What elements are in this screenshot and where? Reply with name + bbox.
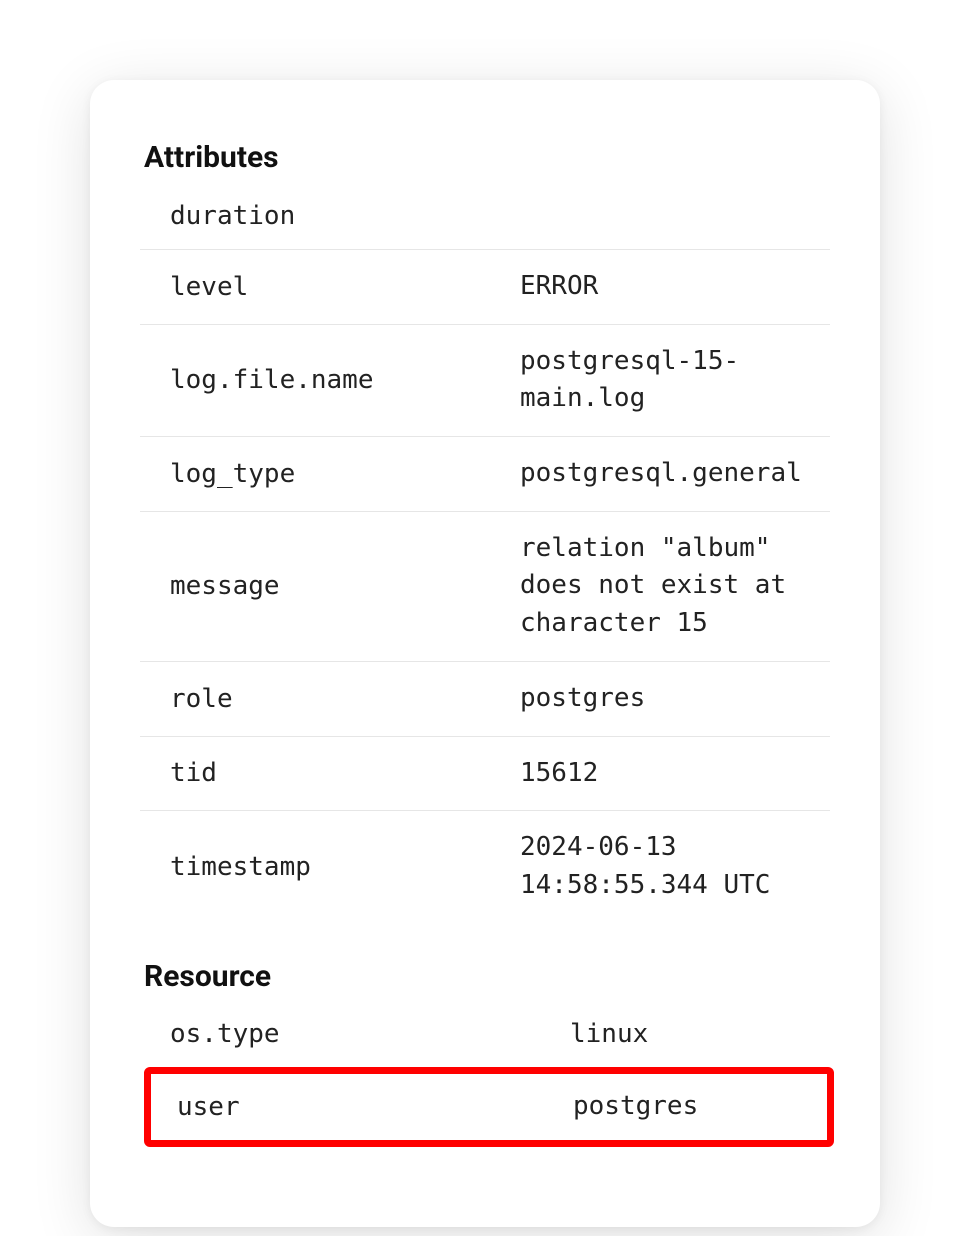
attribute-value: postgres — [520, 680, 830, 718]
attribute-row: duration — [140, 183, 830, 250]
attribute-value: postgresql.general — [520, 455, 830, 493]
resource-key: user — [177, 1092, 573, 1122]
attribute-value: 2024-06-13 14:58:55.344 UTC — [520, 829, 830, 904]
attribute-row: timestamp 2024-06-13 14:58:55.344 UTC — [140, 811, 830, 922]
resource-heading: Resource — [140, 959, 830, 994]
attributes-card: Attributes duration level ERROR log.file… — [90, 80, 880, 1227]
attribute-value: 15612 — [520, 755, 830, 793]
attribute-row: log.file.name postgresql-15-main.log — [140, 325, 830, 437]
attribute-value: relation "album" does not exist at chara… — [520, 530, 830, 643]
resource-value: linux — [570, 1016, 830, 1054]
attribute-key: duration — [170, 201, 520, 231]
attribute-key: level — [170, 272, 520, 302]
attribute-key: role — [170, 684, 520, 714]
attribute-key: log.file.name — [170, 365, 520, 395]
attributes-heading: Attributes — [140, 140, 830, 175]
resource-row: os.type linux — [140, 1002, 830, 1068]
attribute-row: message relation "album" does not exist … — [140, 512, 830, 662]
attribute-row: role postgres — [140, 662, 830, 737]
attribute-key: message — [170, 571, 520, 601]
attribute-row: level ERROR — [140, 250, 830, 325]
resource-row-highlighted: user postgres — [144, 1067, 834, 1147]
attribute-key: log_type — [170, 459, 520, 489]
attribute-key: tid — [170, 758, 520, 788]
attribute-row: log_type postgresql.general — [140, 437, 830, 512]
attribute-row: tid 15612 — [140, 737, 830, 812]
attribute-value: postgresql-15-main.log — [520, 343, 830, 418]
attribute-key: timestamp — [170, 852, 520, 882]
resource-key: os.type — [170, 1019, 570, 1049]
attribute-value: ERROR — [520, 268, 830, 306]
resource-value: postgres — [573, 1088, 827, 1126]
